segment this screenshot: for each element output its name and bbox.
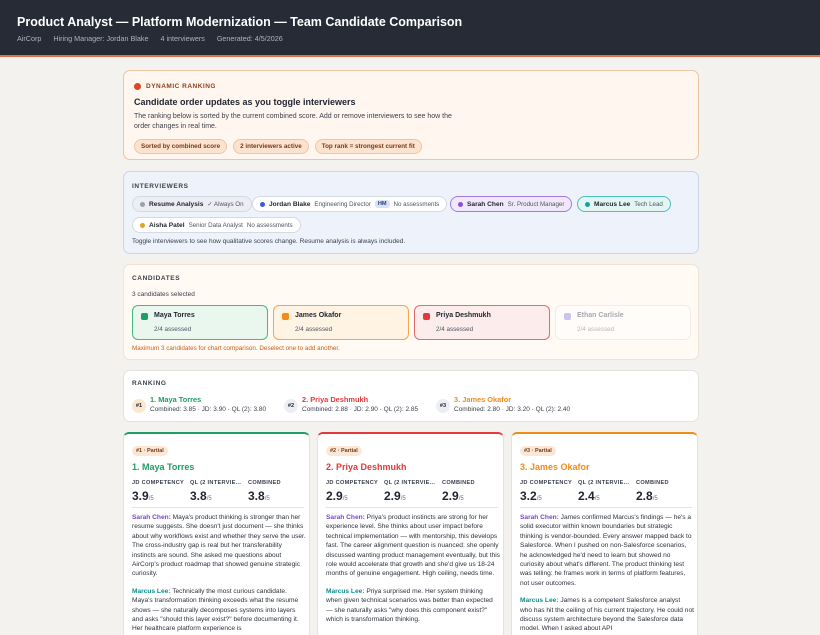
rank-name: 3. James Okafor [454, 395, 512, 404]
ranking-item: #3 3. James Okafor Combined: 2.80 · JD: … [436, 395, 586, 415]
interviewer-notes: Sarah Chen: Priya's product instincts ar… [326, 513, 500, 632]
candidate-detail-card-priya: #2 · Partial 2. Priya Deshmukh JD COMPET… [317, 432, 504, 635]
candidate-detail-card-james: #3 · Partial 3. James Okafor JD COMPETEN… [511, 432, 698, 635]
generated-date: Generated: 4/5/2026 [216, 34, 283, 43]
note-marcus: Marcus Lee: Priya surprised me. Her syst… [326, 587, 493, 624]
interviewers-panel: INTERVIEWERS Resume Analysis ✓ Always On… [123, 171, 699, 254]
dynamic-ranking-kicker: DYNAMIC RANKING [134, 83, 216, 90]
combined-score: 3.8 [248, 489, 265, 503]
interviewer-notes: Sarah Chen: James confirmed Marcus's fin… [520, 513, 694, 635]
hiring-manager: Hiring Manager: Jordan Blake [53, 34, 149, 43]
divider [132, 507, 304, 508]
ranking-panel: RANKING #1 1. Maya Torres Combined: 3.85… [123, 370, 699, 422]
rank-badge: #3 [436, 399, 450, 413]
ql-score: 2.4 [578, 489, 595, 503]
combined-score: 2.8 [636, 489, 653, 503]
interviewer-toggle-jordan[interactable]: Jordan Blake Engineering Director HM No … [252, 196, 448, 212]
note-sarah: Sarah Chen: Priya's product instincts ar… [326, 514, 500, 578]
candidate-color-icon [141, 313, 148, 320]
candidate-color-icon [282, 313, 289, 320]
candidates-panel: CANDIDATES 3 candidates selected Maya To… [123, 264, 699, 360]
header-meta: AirCorp Hiring Manager: Jordan Blake 4 i… [17, 34, 283, 43]
rank-badge: #2 [284, 399, 298, 413]
live-dot-icon [134, 83, 141, 90]
dynamic-ranking-description: The ranking below is sorted by the curre… [134, 113, 452, 130]
divider [520, 507, 692, 508]
ql-score: 2.9 [384, 489, 401, 503]
interviewers-note: Toggle interviewers to see how qualitati… [132, 238, 406, 245]
divider [326, 507, 498, 508]
candidates-selected-count: 3 candidates selected [132, 291, 195, 298]
page-title: Product Analyst — Platform Modernization… [17, 15, 463, 29]
note-sarah: Sarah Chen: Maya's product thinking is s… [132, 514, 306, 578]
interviewers-label: INTERVIEWERS [132, 183, 189, 190]
rank-badge: #1 [132, 399, 146, 413]
rank-tag: #3 · Partial [520, 446, 556, 456]
dynamic-ranking-panel: DYNAMIC RANKING Candidate order updates … [123, 70, 699, 160]
candidate-name: 1. Maya Torres [132, 462, 195, 472]
candidate-color-icon [423, 313, 430, 320]
ql-score: 3.8 [190, 489, 207, 503]
app-header: Product Analyst — Platform Modernization… [0, 0, 820, 57]
note-marcus: Marcus Lee: Technically the most curious… [132, 587, 299, 633]
rank-tag: #1 · Partial [132, 446, 168, 456]
rank-scores: Combined: 3.85 · JD: 3.90 · QL (2): 3.80 [150, 406, 267, 413]
chip-active: 2 interviewers active [233, 139, 309, 154]
company-name: AirCorp [17, 34, 42, 43]
interviewer-toggle-aisha[interactable]: Aisha Patel Senior Data Analyst No asses… [132, 217, 301, 233]
rank-name: 1. Maya Torres [150, 395, 202, 404]
score-row: JD COMPETENCY 3.9/5 QL (2 INTERVIE... 3.8/… [132, 480, 281, 503]
candidates-label: CANDIDATES [132, 275, 181, 282]
interviewer-dot-icon [260, 201, 265, 207]
interviewer-notes: Sarah Chen: Maya's product thinking is s… [132, 513, 306, 635]
candidate-color-icon [564, 313, 571, 320]
ranking-label: RANKING [132, 380, 167, 387]
hiring-manager-badge: HM [374, 200, 390, 208]
combined-score: 2.9 [442, 489, 459, 503]
candidate-card-maya[interactable]: Maya Torres 2/4 assessed [132, 305, 268, 340]
candidate-card-ethan[interactable]: Ethan Carlisle 2/4 assessed [555, 305, 691, 340]
candidates-limit-warning: Maximum 3 candidates for chart compariso… [132, 345, 340, 352]
interviewer-toggle-sarah[interactable]: Sarah Chen Sr. Product Manager [450, 196, 573, 212]
interviewer-dot-icon [585, 201, 590, 207]
dynamic-ranking-heading: Candidate order updates as you toggle in… [134, 97, 356, 107]
candidate-name: 2. Priya Deshmukh [326, 462, 407, 472]
jd-score: 3.2 [520, 489, 537, 503]
interviewer-toggle-marcus[interactable]: Marcus Lee Tech Lead [577, 196, 671, 212]
candidate-name: 3. James Okafor [520, 462, 590, 472]
score-row: JD COMPETENCY 3.2/5 QL (2 INTERVIE... 2.4/… [520, 480, 669, 503]
candidate-card-james[interactable]: James Okafor 2/4 assessed [273, 305, 409, 340]
interviewer-dot-icon [140, 201, 145, 207]
note-marcus: Marcus Lee: James is a competent Salesfo… [520, 597, 694, 633]
chip-sorted: Sorted by combined score [134, 139, 228, 154]
interviewer-toggle-resume[interactable]: Resume Analysis ✓ Always On [132, 196, 252, 212]
rank-scores: Combined: 2.88 · JD: 2.90 · QL (2): 2.85 [302, 406, 419, 413]
interviewer-dot-icon [458, 201, 463, 207]
rank-tag: #2 · Partial [326, 446, 362, 456]
dynamic-ranking-chips: Sorted by combined score 2 interviewers … [134, 139, 422, 154]
rank-scores: Combined: 2.80 · JD: 3.20 · QL (2): 2.40 [454, 406, 571, 413]
note-sarah: Sarah Chen: James confirmed Marcus's fin… [520, 514, 692, 587]
jd-score: 2.9 [326, 489, 343, 503]
interviewer-dot-icon [140, 222, 145, 228]
candidate-detail-card-maya: #1 · Partial 1. Maya Torres JD COMPETENC… [123, 432, 310, 635]
jd-score: 3.9 [132, 489, 149, 503]
candidate-card-priya[interactable]: Priya Deshmukh 2/4 assessed [414, 305, 550, 340]
ranking-item: #2 2. Priya Deshmukh Combined: 2.88 · JD… [284, 395, 434, 415]
chip-top-rank: Top rank = strongest current fit [314, 139, 422, 154]
interviewer-count: 4 interviewers [160, 34, 205, 43]
rank-name: 2. Priya Deshmukh [302, 395, 369, 404]
ranking-item: #1 1. Maya Torres Combined: 3.85 · JD: 3… [132, 395, 282, 415]
score-row: JD COMPETENCY 2.9/5 QL (2 INTERVIE... 2.9/… [326, 480, 475, 503]
